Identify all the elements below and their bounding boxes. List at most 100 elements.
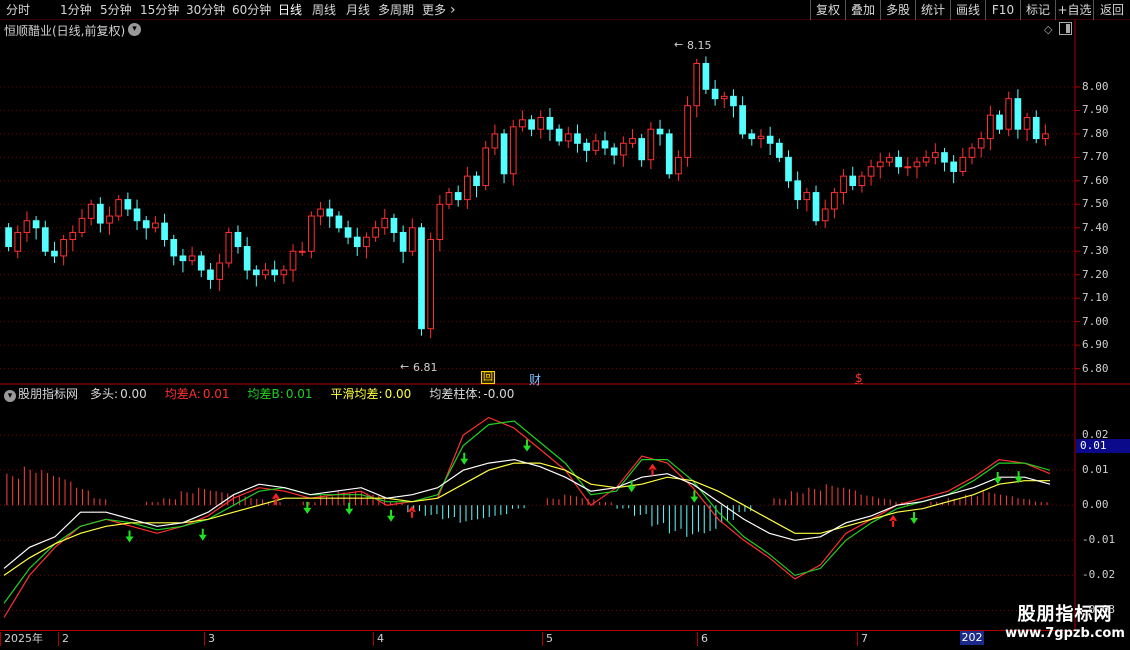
- candle-body[interactable]: [684, 105, 691, 158]
- candle-body[interactable]: [647, 128, 655, 161]
- candle-body[interactable]: [711, 88, 719, 100]
- candle-body[interactable]: [1014, 98, 1022, 130]
- candle-body[interactable]: [821, 208, 829, 222]
- candle-body[interactable]: [849, 175, 857, 187]
- candle-body[interactable]: [408, 227, 416, 252]
- marker-cai[interactable]: 财: [529, 371, 541, 388]
- candle-body[interactable]: [464, 175, 471, 201]
- candle-body[interactable]: [931, 152, 939, 158]
- period-tab-7[interactable]: 周线: [312, 2, 336, 18]
- candle-body[interactable]: [748, 133, 756, 140]
- candle-body[interactable]: [583, 142, 590, 151]
- marker-dollar[interactable]: $: [855, 371, 863, 385]
- candle-body[interactable]: [528, 119, 535, 130]
- period-tab-6[interactable]: 日线: [278, 2, 302, 18]
- toolbar-button-1[interactable]: 叠加: [845, 0, 880, 20]
- candle-body[interactable]: [757, 135, 765, 140]
- period-tab-5[interactable]: 60分钟: [232, 2, 271, 18]
- marker-hui[interactable]: 回: [481, 371, 495, 384]
- candle-body[interactable]: [564, 133, 572, 142]
- candle-body[interactable]: [730, 95, 737, 107]
- candle-body[interactable]: [14, 231, 22, 252]
- candle-body[interactable]: [895, 156, 902, 168]
- candle-body[interactable]: [913, 161, 921, 168]
- candle-body[interactable]: [207, 269, 214, 280]
- candle-body[interactable]: [216, 262, 223, 280]
- candle-body[interactable]: [427, 239, 435, 330]
- candle-body[interactable]: [142, 220, 150, 229]
- period-tab-2[interactable]: 5分钟: [100, 2, 132, 18]
- candle-body[interactable]: [950, 161, 958, 172]
- candle-body[interactable]: [179, 255, 187, 262]
- candle-body[interactable]: [133, 208, 141, 222]
- candle-body[interactable]: [271, 269, 279, 276]
- candle-body[interactable]: [124, 199, 132, 210]
- candle-body[interactable]: [675, 156, 682, 175]
- candle-body[interactable]: [225, 231, 233, 264]
- toolbar-button-4[interactable]: 画线: [950, 0, 985, 20]
- indicator-settings-icon[interactable]: ▾: [4, 390, 16, 402]
- candle-body[interactable]: [766, 135, 774, 144]
- candle-body[interactable]: [87, 203, 95, 219]
- candle-body[interactable]: [115, 199, 123, 217]
- period-tab-8[interactable]: 月线: [346, 2, 370, 18]
- candle-body[interactable]: [51, 250, 58, 257]
- candle-body[interactable]: [298, 250, 306, 253]
- candle-body[interactable]: [317, 208, 324, 217]
- candle-body[interactable]: [794, 180, 802, 201]
- candle-body[interactable]: [858, 175, 866, 187]
- candle-body[interactable]: [867, 166, 875, 177]
- toolbar-button-8[interactable]: 返回: [1093, 0, 1130, 20]
- candle-body[interactable]: [656, 128, 664, 135]
- candle-body[interactable]: [5, 227, 12, 248]
- candle-body[interactable]: [491, 133, 499, 149]
- candle-body[interactable]: [1032, 116, 1040, 140]
- candle-body[interactable]: [326, 208, 334, 217]
- candle-body[interactable]: [106, 215, 113, 224]
- candle-body[interactable]: [977, 138, 985, 149]
- candle-body[interactable]: [812, 192, 820, 222]
- period-tab-4[interactable]: 30分钟: [186, 2, 225, 18]
- candle-body[interactable]: [876, 161, 884, 168]
- toolbar-button-5[interactable]: F10: [985, 0, 1020, 20]
- candle-body[interactable]: [775, 142, 783, 158]
- candle-body[interactable]: [308, 215, 315, 252]
- candle-body[interactable]: [619, 142, 627, 156]
- period-tab-0[interactable]: 分时: [6, 2, 30, 18]
- toolbar-button-6[interactable]: 标记: [1020, 0, 1055, 20]
- expand-panel-icon[interactable]: [1059, 22, 1072, 35]
- candle-body[interactable]: [629, 138, 636, 144]
- candle-body[interactable]: [574, 133, 581, 144]
- candle-body[interactable]: [289, 250, 297, 271]
- candle-body[interactable]: [69, 231, 77, 241]
- candle-body[interactable]: [243, 246, 251, 271]
- candle-body[interactable]: [399, 231, 407, 252]
- candle-body[interactable]: [840, 175, 847, 194]
- candle-body[interactable]: [941, 152, 948, 163]
- candle-body[interactable]: [987, 114, 994, 140]
- toolbar-button-3[interactable]: 统计: [915, 0, 950, 20]
- candle-body[interactable]: [509, 126, 517, 175]
- candle-body[interactable]: [785, 156, 792, 182]
- candle-body[interactable]: [500, 133, 508, 175]
- period-tab-10[interactable]: 更多: [422, 2, 446, 18]
- candle-body[interactable]: [546, 116, 554, 130]
- candle-body[interactable]: [959, 156, 967, 172]
- candle-body[interactable]: [720, 95, 728, 100]
- candle-body[interactable]: [335, 215, 343, 229]
- candle-body[interactable]: [1005, 98, 1013, 130]
- candle-body[interactable]: [262, 269, 269, 276]
- candle-body[interactable]: [152, 222, 159, 229]
- candle-body[interactable]: [161, 222, 168, 241]
- candle-body[interactable]: [454, 192, 462, 201]
- toolbar-button-2[interactable]: 多股: [880, 0, 915, 20]
- candle-body[interactable]: [445, 192, 453, 205]
- candle-body[interactable]: [280, 269, 288, 276]
- candle-body[interactable]: [665, 133, 673, 175]
- candle-body[interactable]: [886, 156, 893, 163]
- candle-body[interactable]: [601, 140, 609, 149]
- candle-body[interactable]: [41, 227, 49, 252]
- candle-body[interactable]: [803, 192, 811, 201]
- candle-body[interactable]: [363, 236, 370, 248]
- candle-body[interactable]: [702, 62, 710, 90]
